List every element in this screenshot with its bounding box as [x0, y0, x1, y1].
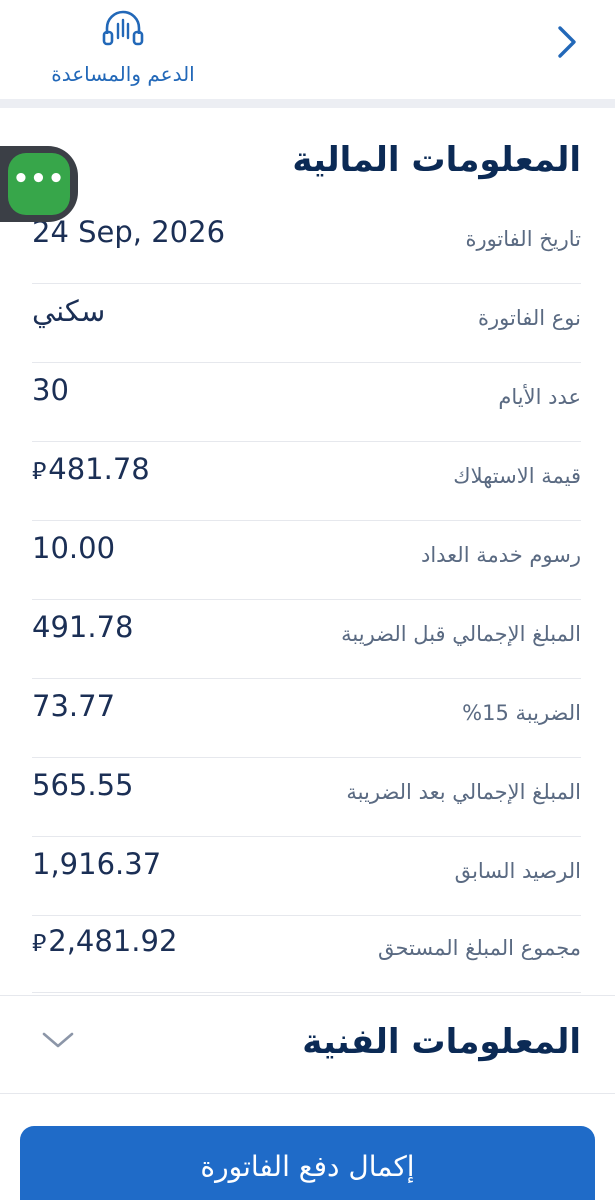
support-button[interactable]: الدعم والمساعدة — [28, 6, 218, 88]
row-invoice-date: تاريخ الفاتورة 24 Sep, 2026 — [32, 205, 581, 284]
support-label: الدعم والمساعدة — [51, 62, 195, 86]
row-consumption-value: قيمة الاستهلاك ⃁481.78 — [32, 442, 581, 521]
row-label: تاريخ الفاتورة — [465, 227, 581, 251]
technical-section-title: المعلومات الفنية — [302, 1022, 581, 1062]
bill-details-screen: الدعم والمساعدة المعلومات المالية تاريخ … — [0, 0, 615, 1200]
row-invoice-type: نوع الفاتورة سكني — [32, 284, 581, 363]
financial-section-title: المعلومات المالية — [292, 140, 581, 180]
row-previous-balance: الرصيد السابق 1,916.37 — [32, 837, 581, 916]
chevron-down-icon — [42, 1032, 74, 1048]
riyal-icon: ⃁ — [32, 929, 47, 957]
row-value: 1,916.37 — [32, 847, 162, 881]
row-label: رسوم خدمة العداد — [420, 543, 581, 567]
row-value: 491.78 — [32, 610, 134, 644]
chevron-right-icon — [558, 26, 576, 58]
row-value: 10.00 — [32, 531, 116, 565]
row-value: ⃁481.78 — [32, 452, 150, 486]
riyal-icon: ⃁ — [32, 457, 47, 485]
header-divider — [0, 99, 615, 108]
complete-payment-button[interactable]: إكمال دفع الفاتورة — [20, 1126, 595, 1200]
row-label: مجموع المبلغ المستحق — [377, 936, 581, 960]
row-label: المبلغ الإجمالي قبل الضريبة — [341, 622, 581, 646]
row-value: 30 — [32, 373, 69, 407]
headset-icon — [102, 10, 144, 46]
row-value: ⃁2,481.92 — [32, 924, 178, 958]
row-days-count: عدد الأيام 30 — [32, 363, 581, 442]
row-label: نوع الفاتورة — [478, 306, 581, 330]
row-label: الضريبة 15% — [462, 701, 581, 725]
row-label: المبلغ الإجمالي بعد الضريبة — [346, 780, 581, 804]
section-divider — [0, 1093, 615, 1094]
row-value: 24 Sep, 2026 — [32, 215, 226, 249]
row-total-after-tax: المبلغ الإجمالي بعد الضريبة 565.55 — [32, 758, 581, 837]
technical-section-toggle[interactable]: المعلومات الفنية — [0, 996, 615, 1092]
more-dots-icon: ••• — [12, 164, 66, 194]
row-value: سكني — [32, 294, 106, 328]
row-meter-fee: رسوم خدمة العداد 10.00 — [32, 521, 581, 600]
row-value: 565.55 — [32, 768, 134, 802]
row-value: 73.77 — [32, 689, 116, 723]
chat-button[interactable]: ••• — [8, 153, 70, 215]
row-label: عدد الأيام — [498, 385, 581, 409]
row-label: قيمة الاستهلاك — [453, 464, 581, 488]
back-button[interactable] — [549, 22, 585, 62]
header: الدعم والمساعدة — [0, 0, 615, 100]
row-total-before-tax: المبلغ الإجمالي قبل الضريبة 491.78 — [32, 600, 581, 679]
row-label: الرصيد السابق — [454, 859, 581, 883]
row-tax: الضريبة 15% 73.77 — [32, 679, 581, 758]
chat-bubble[interactable]: ••• — [0, 146, 78, 222]
row-total-due: مجموع المبلغ المستحق ⃁2,481.92 — [32, 914, 581, 993]
